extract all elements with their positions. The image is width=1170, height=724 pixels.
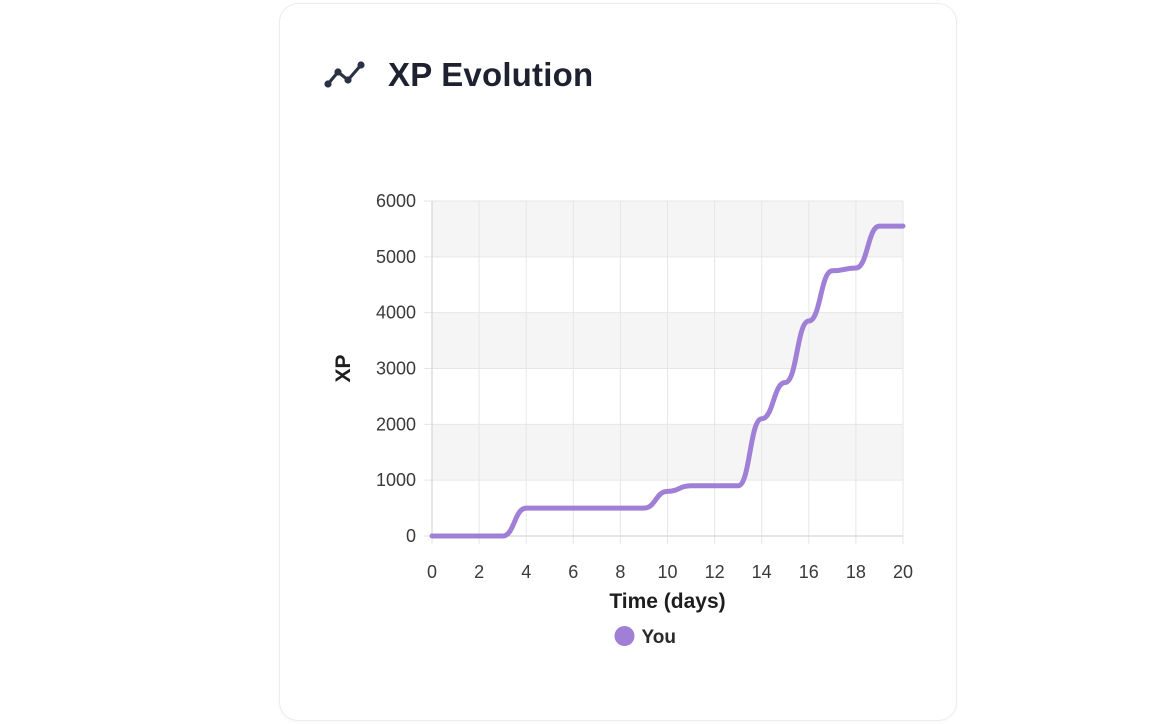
card-title: XP Evolution [388,56,594,93]
x-tick-label: 16 [799,562,819,582]
chart-svg: 0 1000 2000 3000 4000 5000 6000 0 2 4 6 8 10 12 14 16 18… [332,191,913,648]
x-tick-label: 6 [568,562,578,582]
x-tick-label: 18 [846,562,866,582]
y-tick-label: 6000 [376,191,416,211]
y-tick-label: 4000 [376,303,416,323]
x-tick-label: 4 [521,562,531,582]
y-tick-label: 1000 [376,470,416,490]
y-tick-label: 0 [406,526,416,546]
xp-line-chart: 0 1000 2000 3000 4000 5000 6000 0 2 4 6 8 10 12 14 16 18… [320,180,920,660]
y-axis-title: XP [332,354,355,382]
x-tick-label: 2 [474,562,484,582]
x-tick-label: 8 [615,562,625,582]
x-tick-label: 12 [705,562,725,582]
line-chart-icon [324,61,365,88]
y-tick-label: 5000 [376,247,416,267]
y-tick-label: 2000 [376,414,416,434]
legend-label: You [642,627,676,648]
x-tick-label: 10 [657,562,677,582]
y-tick-label: 3000 [376,359,416,379]
x-tick-label: 0 [427,562,437,582]
legend-swatch [614,626,635,646]
x-tick-label: 20 [893,562,913,582]
x-axis-title: Time (days) [609,590,725,613]
card-header: XP Evolution [324,56,593,94]
x-tick-label: 14 [752,562,772,582]
